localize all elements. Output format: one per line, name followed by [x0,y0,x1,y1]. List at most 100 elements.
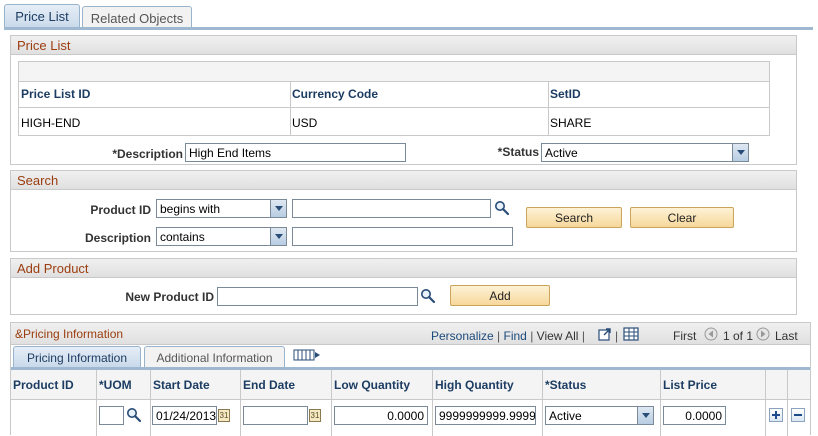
col-header-currency-code: Currency Code [292,87,379,101]
row-range: 1 of 1 [723,329,754,343]
tab-price-list-label: Price List [15,9,69,24]
col-sep [240,370,241,436]
end-date-input[interactable] [243,406,308,425]
price-list-group: Price List Price List ID Currency Code S… [10,35,797,165]
product-id-operator-select[interactable]: begins with [156,199,287,218]
search-group-title: Search [11,171,796,190]
col-sep [765,370,766,436]
price-list-grid-col-sep-2 [548,82,549,135]
col-header-high-quantity: High Quantity [435,378,514,392]
col-header-setid: SetID [550,87,581,101]
next-icon[interactable] [756,327,770,341]
add-product-group: Add Product New Product ID Add [10,258,797,315]
pricing-grid-title: &Pricing Information [15,327,124,341]
price-list-group-title: Price List [11,36,796,55]
status-select[interactable]: Active [541,143,749,162]
nav-separator: | [581,329,585,343]
tab-additional-information-label: Additional Information [156,351,273,365]
status-label: *Status [497,145,539,159]
uom-input[interactable] [99,406,124,425]
product-id-label: Product ID [90,203,151,217]
price-list-grid-divider [19,107,769,108]
find-link[interactable]: Find [504,329,527,343]
col-sep [331,370,332,436]
chevron-down-icon[interactable] [270,228,286,245]
clear-button[interactable]: Clear [630,207,734,228]
description-label: *Description [112,147,183,161]
tab-related-objects-label: Related Objects [90,11,184,26]
row-status-value: Active [549,409,582,423]
col-header-status: *Status [545,378,587,392]
view-all-link[interactable]: View All [537,329,579,343]
nav-separator: | [530,329,534,343]
nav-separator: | [615,329,619,343]
col-header-price-list-id: Price List ID [21,87,91,101]
delete-row-icon[interactable] [791,408,805,422]
add-button[interactable]: Add [450,285,550,306]
download-grid-icon[interactable] [623,327,639,341]
chevron-down-icon[interactable] [637,407,653,424]
search-icon[interactable] [494,200,510,216]
last-label: Last [775,329,798,343]
col-sep [660,370,661,436]
search-icon[interactable] [126,407,142,423]
list-price-input[interactable]: 0.0000 [663,406,726,425]
calendar-icon[interactable]: 31 [218,409,230,422]
col-header-low-quantity: Low Quantity [334,378,410,392]
col-header-uom: *UOM [99,378,132,392]
price-list-grid: Price List ID Currency Code SetID HIGH-E… [18,61,770,136]
col-header-end-date: End Date [243,378,296,392]
col-sep [432,370,433,436]
price-list-grid-top [19,62,769,82]
chevron-down-icon[interactable] [270,200,286,217]
tab-pricing-information-label: Pricing Information [26,351,128,365]
tab-divider [4,27,813,30]
grid-navigation: Personalize | Find | View All | [431,329,585,343]
price-list-grid-col-sep-1 [290,82,291,135]
description-field[interactable]: High End Items [185,143,406,162]
col-sep [542,370,543,436]
personalize-link[interactable]: Personalize [431,329,494,343]
search-button[interactable]: Search [526,207,622,228]
product-id-operator-value: begins with [160,202,221,216]
tab-related-objects[interactable]: Related Objects [82,6,192,28]
col-header-product-id: Product ID [13,378,74,392]
col-sep [787,370,788,436]
col-header-list-price: List Price [663,378,718,392]
search-icon[interactable] [420,288,436,304]
search-description-label: Description [84,231,151,245]
low-quantity-input[interactable]: 0.0000 [334,406,428,425]
tab-pricing-information[interactable]: Pricing Information [13,346,141,367]
description-search-input[interactable] [292,227,513,246]
price-list-id-value: HIGH-END [21,116,81,130]
new-product-id-label: New Product ID [125,290,214,304]
add-product-group-title: Add Product [11,259,796,278]
col-sep [96,370,97,436]
start-date-input[interactable]: 01/24/2013 [152,406,217,425]
col-sep [150,370,151,436]
col-header-start-date: Start Date [153,378,210,392]
tab-price-list[interactable]: Price List [4,4,80,28]
plus-icon [772,411,780,419]
chevron-down-icon[interactable] [732,144,748,161]
tab-additional-information[interactable]: Additional Information [144,346,285,367]
status-select-value: Active [545,146,578,160]
previous-icon[interactable] [704,327,718,341]
high-quantity-input[interactable]: 9999999999.9999 [435,406,536,425]
new-product-id-input[interactable] [217,287,418,306]
description-operator-select[interactable]: contains [156,227,287,246]
nav-separator: | [497,329,501,343]
description-operator-value: contains [160,230,205,244]
minus-icon [794,414,802,416]
first-label: First [673,329,697,343]
currency-code-value: USD [292,116,318,130]
row-status-select[interactable]: Active [545,406,654,425]
pricing-grid: &Pricing Information Personalize | Find … [10,322,811,436]
search-group: Search Product ID begins with Search Cle… [10,170,797,252]
new-window-icon[interactable] [598,327,612,341]
product-id-search-input[interactable] [292,199,491,218]
calendar-icon[interactable]: 31 [309,409,321,422]
show-all-columns-icon[interactable] [293,348,321,362]
add-row-icon[interactable] [769,408,783,422]
setid-value: SHARE [550,116,592,130]
